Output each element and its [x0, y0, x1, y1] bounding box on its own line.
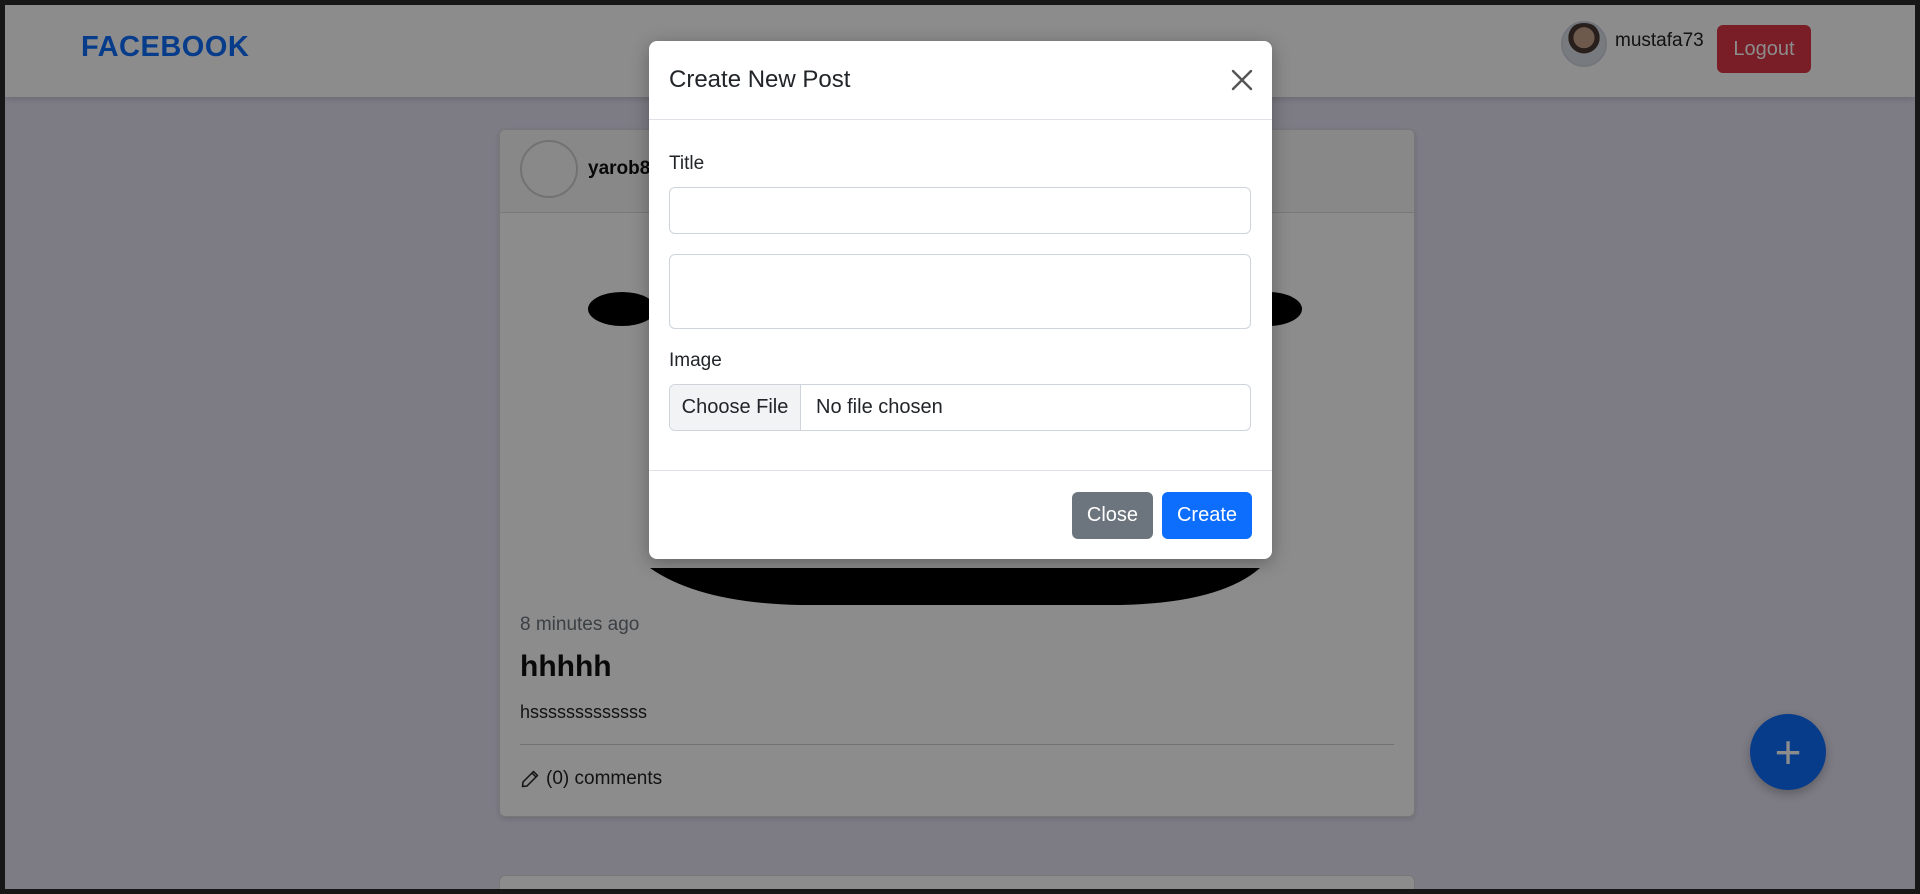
choose-file-button[interactable]: Choose File	[670, 385, 801, 430]
close-icon[interactable]	[1227, 65, 1257, 95]
modal-footer-divider	[649, 470, 1272, 471]
modal-title: Create New Post	[669, 66, 851, 93]
close-button[interactable]: Close	[1072, 492, 1153, 539]
create-button[interactable]: Create	[1162, 492, 1252, 539]
image-label: Image	[669, 350, 722, 371]
modal-header: Create New Post	[649, 41, 1272, 120]
title-input[interactable]	[669, 187, 1251, 234]
body-textarea[interactable]	[669, 254, 1251, 329]
image-file-input[interactable]: Choose File No file chosen	[669, 384, 1251, 431]
title-label: Title	[669, 153, 705, 174]
file-status: No file chosen	[816, 396, 943, 418]
create-post-modal: Create New Post Title Image Choose File …	[649, 41, 1272, 559]
